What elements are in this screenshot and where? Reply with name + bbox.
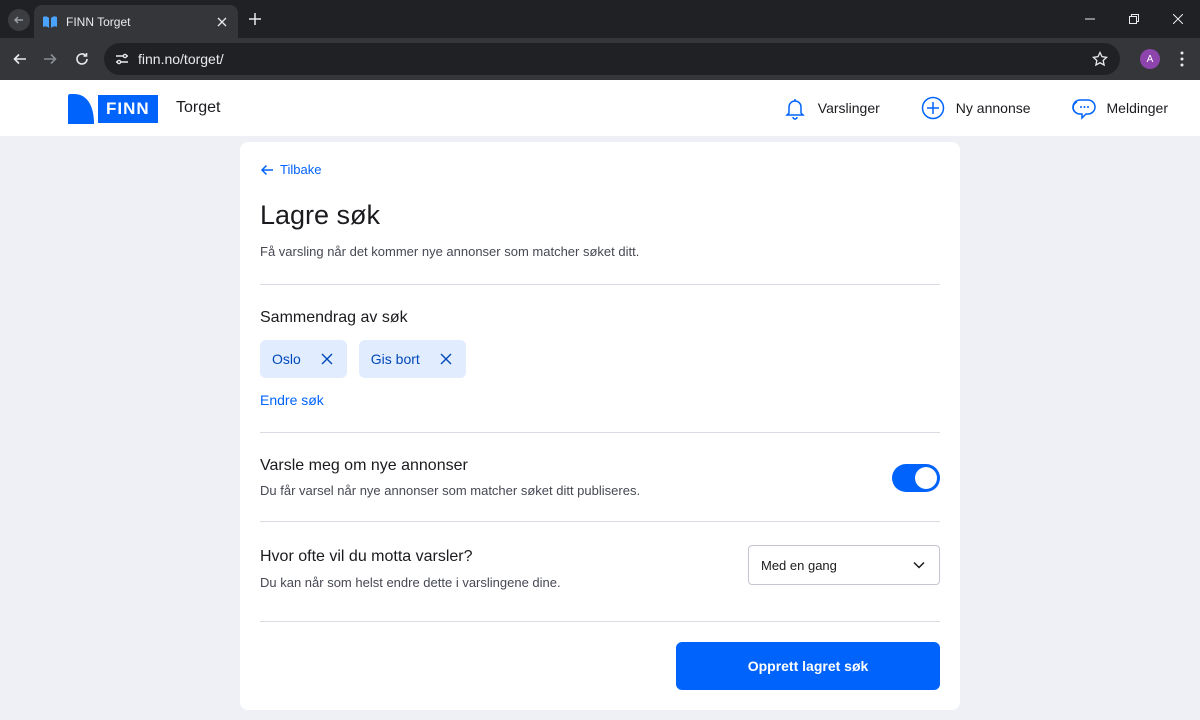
arrow-left-icon	[13, 53, 26, 65]
plus-circle-icon	[920, 95, 946, 121]
close-icon	[1173, 14, 1183, 24]
tab-search-button[interactable]	[8, 9, 30, 31]
bookmark-star-icon[interactable]	[1084, 43, 1116, 75]
url-text[interactable]: finn.no/torget/	[138, 51, 1084, 67]
profile-avatar[interactable]: A	[1140, 49, 1160, 69]
divider	[260, 621, 940, 622]
search-chips: Oslo Gis bort	[260, 340, 478, 378]
header-nav: Varslinger Ny annonse Meldinger	[742, 94, 1168, 122]
notify-title: Varsle meg om nye annonser	[260, 457, 468, 474]
tab-close-icon[interactable]	[210, 10, 234, 34]
site-settings-icon[interactable]	[106, 43, 138, 75]
bell-icon	[782, 95, 808, 121]
restore-button[interactable]	[1112, 0, 1156, 38]
restore-icon	[1129, 14, 1139, 24]
chat-icon	[1071, 95, 1097, 121]
browser-toolbar: finn.no/torget/ A	[0, 38, 1200, 80]
nav-label: Ny annonse	[955, 100, 1031, 116]
finn-logo-mark-icon	[68, 94, 94, 124]
new-tab-button[interactable]	[244, 8, 266, 30]
page-title: Lagre søk	[260, 200, 381, 230]
summary-title: Sammendrag av søk	[260, 309, 408, 326]
arrow-left-icon	[260, 163, 274, 177]
reload-button[interactable]	[70, 47, 94, 71]
nav-label: Meldinger	[1106, 100, 1168, 116]
minimize-icon	[1085, 18, 1095, 20]
plus-icon	[249, 13, 261, 25]
tab-title: FINN Torget	[66, 14, 131, 29]
site-header: FINN Torget Varslinger Ny annonse Meldin…	[0, 80, 1200, 136]
finn-favicon-icon	[42, 14, 58, 30]
browser-tabbar: FINN Torget	[0, 0, 1200, 38]
toggle-knob	[915, 467, 937, 489]
window-controls	[1068, 0, 1200, 38]
back-label: Tilbake	[280, 162, 322, 177]
frequency-description: Du kan når som helst endre dette i varsl…	[260, 575, 561, 590]
back-link[interactable]: Tilbake	[260, 162, 321, 177]
finn-logo[interactable]: FINN	[68, 94, 158, 124]
arrow-left-icon	[14, 16, 23, 24]
page-subtitle: Få varsling når det kommer nye annonser …	[260, 244, 640, 259]
divider	[260, 284, 940, 285]
browser-tab[interactable]: FINN Torget	[34, 5, 238, 38]
frequency-title: Hvor ofte vil du motta varsler?	[260, 548, 473, 565]
browser-menu-icon[interactable]	[1170, 47, 1194, 71]
edit-search-link[interactable]: Endre søk	[260, 392, 324, 408]
close-icon[interactable]	[438, 351, 454, 367]
nav-ny-annonse[interactable]: Ny annonse	[920, 94, 1031, 122]
close-window-button[interactable]	[1156, 0, 1200, 38]
nav-varslinger[interactable]: Varslinger	[782, 94, 880, 122]
forward-button[interactable]	[38, 47, 62, 71]
divider	[260, 432, 940, 433]
reload-icon	[76, 53, 88, 65]
nav-meldinger[interactable]: Meldinger	[1071, 94, 1168, 122]
minimize-button[interactable]	[1068, 0, 1112, 38]
notify-description: Du får varsel når nye annonser som match…	[260, 483, 641, 498]
arrow-right-icon	[44, 53, 57, 65]
create-saved-search-button[interactable]: Opprett lagret søk	[676, 642, 940, 690]
logo-wordmark: FINN	[98, 95, 158, 123]
notify-toggle[interactable]	[892, 464, 940, 492]
chip-label: Oslo	[272, 351, 301, 367]
logo-text: FINN	[106, 99, 150, 118]
chip-label: Gis bort	[370, 351, 420, 367]
back-button[interactable]	[8, 47, 32, 71]
frequency-value: Med en gang	[761, 557, 837, 573]
chip-oslo[interactable]: Oslo	[260, 340, 347, 378]
section-title: Torget	[176, 99, 221, 116]
chip-gis-bort[interactable]: Gis bort	[358, 340, 466, 378]
nav-label: Varslinger	[817, 100, 880, 116]
save-search-card: Tilbake Lagre søk Få varsling når det ko…	[240, 142, 960, 710]
divider	[260, 521, 940, 522]
close-icon[interactable]	[319, 351, 335, 367]
chevron-down-icon	[913, 558, 927, 572]
address-bar[interactable]: finn.no/torget/	[104, 43, 1120, 75]
frequency-select[interactable]: Med en gang	[748, 545, 940, 585]
